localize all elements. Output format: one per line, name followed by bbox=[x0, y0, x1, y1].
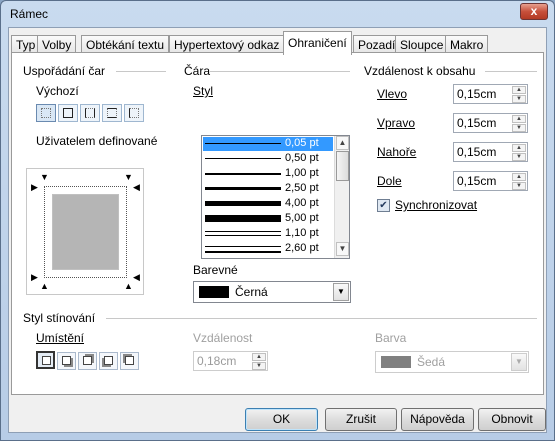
dialog-client-area: Typ Volby Obtékání textu Hypertextový od… bbox=[8, 27, 547, 433]
window-title: Rámec bbox=[10, 7, 49, 21]
arrow-right-icon: ▶ bbox=[31, 182, 38, 192]
top-label: Nahoře bbox=[377, 145, 417, 159]
tab-ohraniceni[interactable]: Ohraničení bbox=[283, 31, 352, 55]
spin-up-icon[interactable]: ▲ bbox=[512, 115, 526, 123]
reset-button[interactable]: Obnovit bbox=[478, 408, 546, 431]
page-preview bbox=[52, 194, 119, 270]
line-style-scrollbar[interactable]: ▲ ▼ bbox=[334, 136, 349, 258]
cancel-button[interactable]: Zrušit bbox=[325, 408, 397, 431]
style-label: Styl bbox=[193, 84, 214, 98]
line-style-item[interactable]: 1,10 pt bbox=[203, 227, 333, 241]
color-swatch bbox=[381, 356, 411, 368]
chevron-down-icon[interactable]: ▼ bbox=[333, 283, 349, 301]
spin-up-icon[interactable]: ▲ bbox=[252, 353, 266, 361]
left-spacing-field[interactable]: 0,15cm ▲ ▼ bbox=[453, 84, 528, 104]
scroll-down-icon[interactable]: ▼ bbox=[336, 242, 349, 256]
line-style-item[interactable]: 5,00 pt bbox=[203, 212, 333, 226]
top-spacing-field[interactable]: 0,15cm ▲ ▼ bbox=[453, 142, 528, 162]
default-label: Výchozí bbox=[36, 84, 79, 98]
divider bbox=[485, 71, 537, 72]
scroll-up-icon[interactable]: ▲ bbox=[336, 136, 349, 150]
spin-down-icon[interactable]: ▼ bbox=[512, 182, 526, 190]
shadow-distance-label: Vzdálenost bbox=[193, 331, 253, 345]
arrow-down-icon: ▼ bbox=[124, 172, 133, 182]
arrow-left-icon: ◀ bbox=[133, 182, 140, 192]
title-bar[interactable]: Rámec x bbox=[1, 1, 554, 27]
spin-up-icon[interactable]: ▲ bbox=[512, 144, 526, 152]
spin-down-icon[interactable]: ▼ bbox=[512, 95, 526, 103]
color-label: Barevné bbox=[193, 263, 238, 277]
shadow-position-label: Umístění bbox=[36, 331, 85, 345]
shadow-none-option[interactable] bbox=[36, 351, 55, 369]
tab-panel-ohraniceni: Uspořádání čar Výchozí Uživatelem defino… bbox=[11, 52, 544, 395]
preset-all-borders[interactable] bbox=[58, 104, 78, 122]
sync-label: Synchronizovat bbox=[395, 198, 478, 212]
shadow-color-value: Šedá bbox=[417, 355, 446, 369]
arrow-right-icon: ▶ bbox=[31, 272, 38, 282]
left-label: Vlevo bbox=[377, 87, 408, 101]
close-button[interactable]: x bbox=[520, 3, 548, 20]
shadow-color-select[interactable]: Šedá ▼ bbox=[375, 351, 529, 373]
right-spacing-field[interactable]: 0,15cm ▲ ▼ bbox=[453, 113, 528, 133]
arrow-up-icon: ▲ bbox=[40, 281, 49, 291]
line-style-item[interactable]: 0,50 pt bbox=[203, 152, 333, 166]
line-style-item[interactable]: 2,50 pt bbox=[203, 182, 333, 196]
spin-down-icon[interactable]: ▼ bbox=[512, 153, 526, 161]
help-button[interactable]: Nápověda bbox=[401, 408, 474, 431]
color-swatch bbox=[199, 286, 229, 298]
spin-up-icon[interactable]: ▲ bbox=[512, 173, 526, 181]
shadow-bottom-right-option[interactable] bbox=[57, 352, 76, 370]
line-style-item[interactable]: 0,05 pt bbox=[203, 137, 333, 151]
line-style-list[interactable]: 0,05 pt 0,50 pt 1,00 pt 2,50 pt 4,00 pt … bbox=[201, 135, 350, 259]
shadow-top-left-option[interactable] bbox=[120, 352, 139, 370]
line-title: Čára bbox=[184, 64, 211, 78]
shadow-color-label: Barva bbox=[375, 331, 407, 345]
arrow-up-icon: ▲ bbox=[124, 281, 133, 291]
line-color-value: Černá bbox=[235, 285, 268, 299]
user-defined-label: Uživatelem definované bbox=[36, 134, 158, 148]
divider bbox=[210, 71, 350, 72]
chevron-down-icon[interactable]: ▼ bbox=[511, 353, 527, 371]
preset-left-right[interactable] bbox=[80, 104, 100, 122]
line-arrangement-title: Uspořádání čar bbox=[23, 64, 106, 78]
ok-button[interactable]: OK bbox=[245, 408, 318, 431]
arrow-down-icon: ▼ bbox=[40, 172, 49, 182]
sync-checkbox[interactable]: ✔ bbox=[377, 199, 390, 212]
spin-down-icon[interactable]: ▼ bbox=[512, 124, 526, 132]
preset-top-bottom[interactable] bbox=[102, 104, 122, 122]
line-color-select[interactable]: Černá ▼ bbox=[193, 281, 351, 303]
dialog-window: Rámec x Typ Volby Obtékání textu Hyperte… bbox=[0, 0, 555, 441]
shadow-title: Styl stínování bbox=[23, 311, 96, 325]
spin-down-icon[interactable]: ▼ bbox=[252, 362, 266, 370]
shadow-distance-field[interactable]: 0,18cm ▲ ▼ bbox=[193, 351, 268, 371]
shadow-top-right-option[interactable] bbox=[78, 352, 97, 370]
spacing-title: Vzdálenost k obsahu bbox=[364, 64, 476, 78]
preset-none[interactable] bbox=[36, 104, 56, 122]
line-style-item[interactable]: 1,00 pt bbox=[203, 167, 333, 181]
divider bbox=[106, 318, 537, 319]
line-style-item[interactable]: 2,60 pt bbox=[203, 242, 333, 256]
user-defined-border-preview[interactable]: ▼ ▼ ▶ ◀ ▶ ◀ ▲ ▲ bbox=[26, 168, 144, 295]
preset-left-only[interactable] bbox=[124, 104, 144, 122]
spin-up-icon[interactable]: ▲ bbox=[512, 86, 526, 94]
divider bbox=[116, 71, 166, 72]
bottom-spacing-field[interactable]: 0,15cm ▲ ▼ bbox=[453, 171, 528, 191]
shadow-bottom-left-option[interactable] bbox=[99, 352, 118, 370]
bottom-label: Dole bbox=[377, 174, 402, 188]
scroll-thumb[interactable] bbox=[336, 151, 349, 181]
right-label: Vpravo bbox=[377, 116, 416, 130]
line-style-item[interactable]: 4,00 pt bbox=[203, 197, 333, 211]
arrow-left-icon: ◀ bbox=[133, 272, 140, 282]
